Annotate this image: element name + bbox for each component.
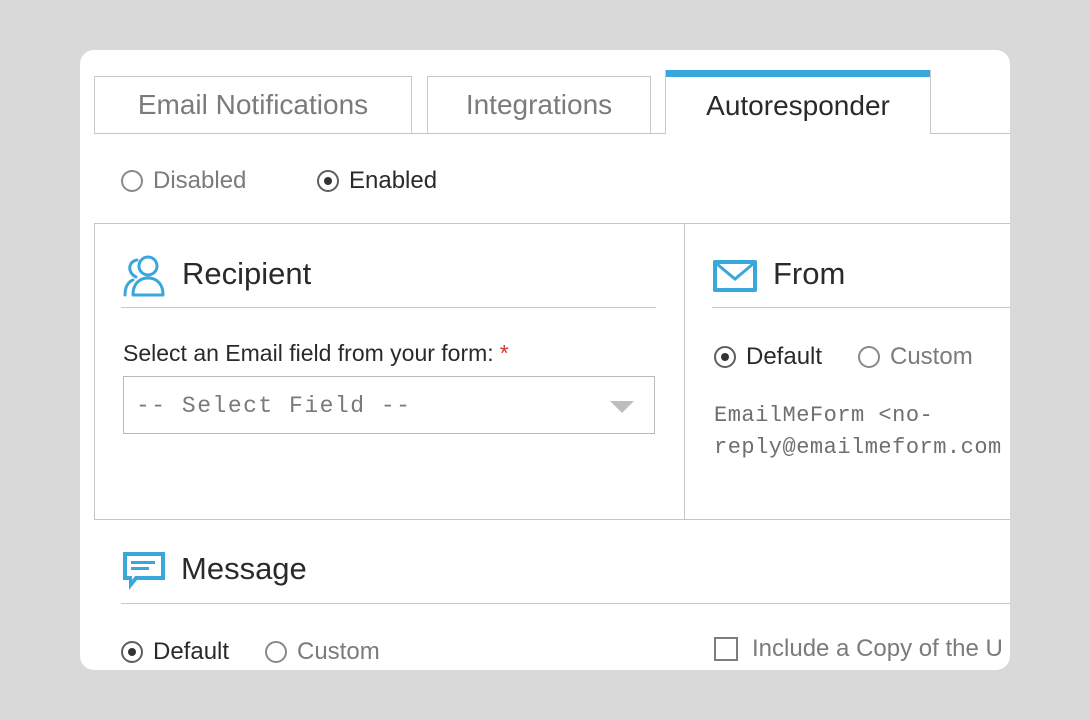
- from-address: EmailMeForm <no- reply@emailmeform.com: [714, 400, 1010, 464]
- from-title: From: [773, 256, 846, 291]
- radio-checked-icon: [714, 346, 736, 368]
- select-value: -- Select Field --: [136, 393, 412, 419]
- section-divider: [94, 519, 1010, 520]
- checkbox-label: Include a Copy of the U: [752, 635, 1003, 662]
- title-underline: [121, 603, 1010, 604]
- message-radio-custom[interactable]: Custom: [265, 638, 380, 666]
- tab-label: Email Notifications: [137, 89, 369, 120]
- radio-checked-icon: [121, 641, 143, 663]
- autoresponder-panel: Email Notifications Integrations Autores…: [80, 50, 1010, 670]
- message-title: Message: [181, 551, 307, 586]
- from-radio-custom[interactable]: Custom: [858, 343, 973, 371]
- radio-enabled[interactable]: Enabled: [317, 167, 437, 195]
- radio-unchecked-icon: [265, 641, 287, 663]
- message-radio-default[interactable]: Default: [121, 638, 229, 666]
- checkbox-unchecked-icon: [714, 637, 738, 661]
- tab-email-notifications[interactable]: Email Notifications: [94, 76, 412, 133]
- section-border: [94, 223, 95, 520]
- email-field-select[interactable]: -- Select Field --: [123, 376, 655, 434]
- recipient-title: Recipient: [182, 256, 312, 291]
- radio-label: Enabled: [349, 167, 438, 194]
- required-marker: *: [499, 340, 509, 366]
- from-radio-default[interactable]: Default: [714, 343, 822, 371]
- chat-bubble-icon: [123, 552, 165, 590]
- radio-label: Default: [746, 343, 823, 370]
- chevron-down-icon: [610, 401, 634, 413]
- envelope-icon: [713, 260, 757, 292]
- radio-checked-icon: [317, 170, 339, 192]
- from-address-line: EmailMeForm <no-: [714, 403, 934, 428]
- users-icon: [123, 255, 165, 297]
- title-underline: [121, 307, 656, 308]
- include-copy-checkbox[interactable]: Include a Copy of the U: [714, 635, 1003, 663]
- from-address-line: reply@emailmeform.com: [714, 435, 1002, 460]
- radio-unchecked-icon: [121, 170, 143, 192]
- section-divider: [684, 223, 685, 520]
- radio-label: Custom: [297, 638, 380, 665]
- radio-disabled[interactable]: Disabled: [121, 167, 246, 195]
- section-divider: [94, 223, 1010, 224]
- tab-baseline: [931, 133, 1010, 134]
- tab-integrations[interactable]: Integrations: [427, 76, 651, 133]
- tab-label: Integrations: [465, 89, 613, 120]
- email-field-label: Select an Email field from your form: *: [123, 340, 509, 367]
- tab-baseline: [94, 133, 665, 134]
- radio-label: Disabled: [153, 167, 247, 194]
- tab-autoresponder[interactable]: Autoresponder: [665, 70, 931, 134]
- label-text: Select an Email field from your form:: [123, 340, 494, 366]
- active-tab-indicator: [666, 70, 930, 77]
- radio-label: Default: [153, 638, 230, 665]
- radio-unchecked-icon: [858, 346, 880, 368]
- title-underline: [712, 307, 1010, 308]
- tab-label: Autoresponder: [706, 89, 890, 121]
- radio-label: Custom: [890, 343, 973, 370]
